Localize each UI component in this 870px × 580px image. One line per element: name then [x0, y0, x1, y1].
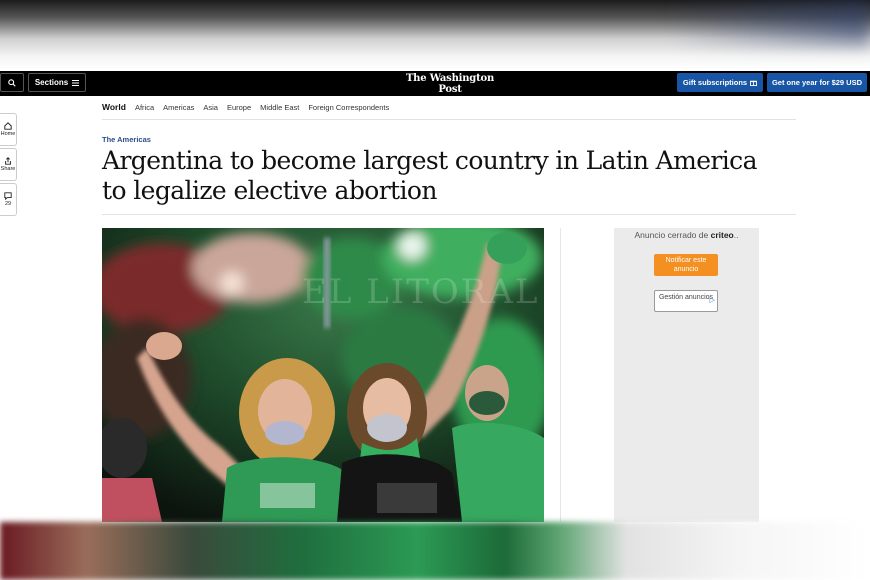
menu-icon [72, 79, 80, 86]
site-brand[interactable]: The Washington Post Democracy Dies in Da… [395, 73, 505, 103]
top-navigation-bar: Sections The Washington Post Democracy D… [0, 71, 870, 103]
ad-closed-notice: Anuncio cerrado de criteo.. [614, 230, 759, 240]
manage-ads-button[interactable]: Gestión anuncios ▷ [654, 290, 718, 312]
comment-icon [4, 192, 12, 200]
subscribe-offer-button[interactable]: Get one year for $29 USD [767, 73, 867, 92]
search-icon [8, 78, 16, 87]
photo-watermark: EL LITORAL [302, 272, 540, 312]
site-tagline: Democracy Dies in Darkness [406, 96, 494, 103]
subnav-item-americas[interactable]: Americas [163, 103, 194, 112]
gift-icon [750, 80, 758, 86]
crowd-photo-illustration: EL LITORAL [102, 228, 544, 522]
share-icon [5, 157, 11, 165]
rail-comments-button[interactable]: 29 [0, 183, 17, 216]
home-icon [4, 122, 12, 130]
headline-divider [102, 214, 796, 215]
ad-brand: criteo [710, 230, 734, 240]
advertisement-box: Anuncio cerrado de criteo.. Notificar es… [614, 228, 759, 522]
site-logo: The Washington Post [405, 73, 495, 95]
rail-comments-count: 29 [4, 201, 12, 207]
article-photo[interactable]: EL LITORAL [102, 228, 544, 522]
blurred-bottom-background [0, 522, 870, 580]
subnav-item-asia[interactable]: Asia [203, 103, 218, 112]
subnav-item-africa[interactable]: Africa [135, 103, 154, 112]
search-button[interactable] [0, 73, 24, 92]
subnav-item-world[interactable]: World [102, 102, 126, 112]
subnav-item-middle-east[interactable]: Middle East [260, 103, 299, 112]
rail-share-label: Share [0, 166, 16, 172]
subnav-item-europe[interactable]: Europe [227, 103, 251, 112]
column-divider [560, 228, 561, 522]
report-ad-button[interactable]: Notificar este anuncio [654, 254, 718, 276]
subnav-item-foreign-correspondents[interactable]: Foreign Correspondents [308, 103, 389, 112]
report-ad-label: Notificar este anuncio [665, 257, 707, 273]
offer-label: Get one year for $29 USD [771, 78, 863, 87]
section-subnav: World Africa Americas Asia Europe Middle… [102, 101, 389, 113]
ad-choices-icon: ▷ [709, 297, 715, 304]
subnav-divider [102, 119, 796, 120]
ad-title-prefix: Anuncio cerrado de [634, 230, 709, 240]
ad-brand-tail: .. [733, 230, 739, 240]
rail-share-button[interactable]: Share [0, 148, 17, 181]
manage-ads-label: Gestión anuncios [658, 294, 714, 301]
rail-home-button[interactable]: Home [0, 113, 17, 146]
blurred-top-background [0, 0, 870, 70]
screenshot-frame: Sections The Washington Post Democracy D… [0, 0, 870, 580]
sections-button[interactable]: Sections [28, 73, 86, 92]
gift-subscriptions-button[interactable]: Gift subscriptions [677, 73, 763, 92]
article-kicker[interactable]: The Americas [102, 135, 151, 144]
gift-label: Gift subscriptions [682, 78, 748, 87]
sections-label: Sections [34, 78, 69, 87]
rail-home-label: Home [0, 131, 16, 137]
article-headline: Argentina to become largest country in L… [102, 146, 757, 205]
